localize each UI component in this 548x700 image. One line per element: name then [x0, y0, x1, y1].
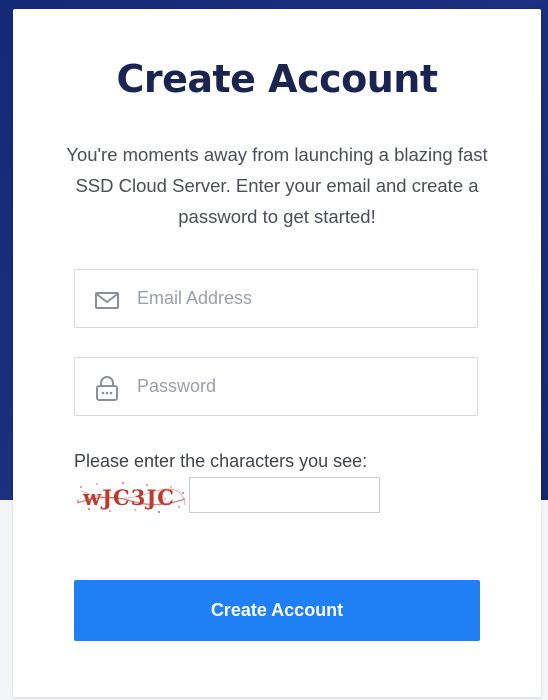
email-input[interactable]	[137, 270, 467, 327]
page-subtitle: You're moments away from launching a bla…	[66, 144, 488, 227]
lock-icon	[93, 374, 121, 402]
email-field[interactable]	[74, 269, 478, 328]
password-input[interactable]	[137, 358, 467, 415]
captcha-image: wJC3JC	[75, 479, 187, 515]
signup-card: Create Account You're moments away from …	[13, 9, 541, 697]
svg-text:wJC3JC: wJC3JC	[82, 485, 175, 510]
envelope-icon	[93, 286, 121, 314]
captcha-label: Please enter the characters you see:	[74, 451, 368, 471]
create-account-button[interactable]: Create Account	[74, 580, 480, 641]
page-title: Create Account	[116, 57, 438, 101]
password-field[interactable]	[74, 357, 478, 416]
captcha-input[interactable]	[189, 477, 380, 513]
